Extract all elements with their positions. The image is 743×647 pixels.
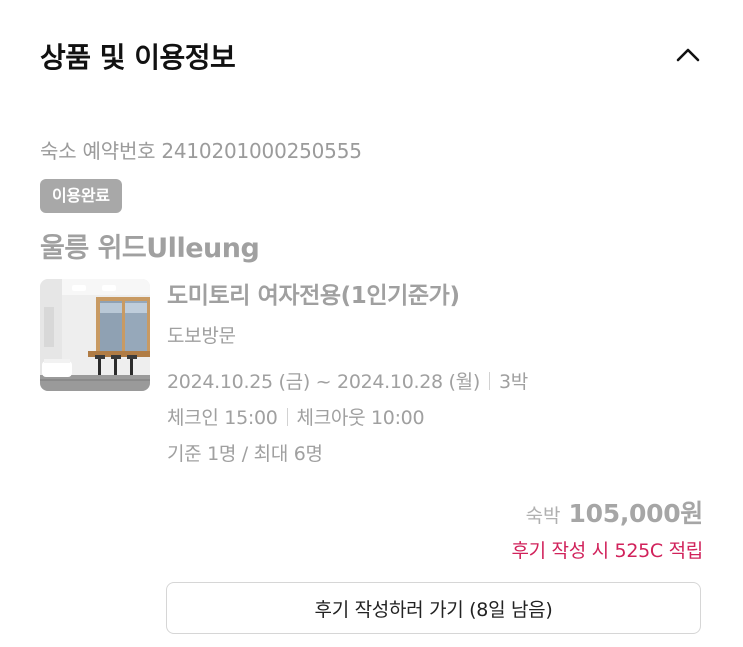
room-thumbnail: [40, 279, 150, 391]
price-value: 105,000원: [568, 499, 704, 528]
property-name: 울릉 위드Ulleung: [40, 233, 260, 264]
check-times-row: 체크인 15:00 체크아웃 10:00: [167, 403, 703, 433]
room-name: 도미토리 여자전용(1인기준가): [167, 283, 460, 309]
stay-dates-row: 2024.10.25 (금) ~ 2024.10.28 (월) 3박: [167, 367, 703, 397]
occupancy: 기준 1명 / 최대 6명: [167, 443, 323, 465]
review-points-text: 후기 작성 시 525C 적립: [511, 540, 703, 562]
stay-dates: 2024.10.25 (금) ~ 2024.10.28 (월): [167, 371, 480, 393]
price-label: 숙박: [525, 505, 561, 527]
write-review-button[interactable]: 후기 작성하러 가기 (8일 남음): [166, 582, 701, 634]
divider: [286, 408, 288, 426]
reservation-label: 숙소 예약번호: [40, 139, 156, 163]
check-out-time: 체크아웃 10:00: [296, 407, 425, 429]
room-details: 도미토리 여자전용(1인기준가) 도보방문 2024.10.25 (금) ~ 2…: [167, 280, 703, 469]
section-title: 상품 및 이용정보: [40, 41, 236, 74]
access-type: 도보방문: [167, 325, 236, 347]
price-row: 숙박 105,000원: [525, 494, 704, 530]
stay-nights: 3박: [498, 371, 528, 393]
reservation-number-row: 숙소 예약번호 2410201000250555: [40, 135, 362, 164]
chevron-up-icon[interactable]: [673, 40, 703, 70]
divider: [488, 372, 490, 390]
reservation-number: 2410201000250555: [161, 139, 362, 163]
status-badge: 이용완료: [40, 179, 122, 213]
section-header[interactable]: 상품 및 이용정보: [40, 34, 703, 76]
check-in-time: 체크인 15:00: [167, 407, 278, 429]
